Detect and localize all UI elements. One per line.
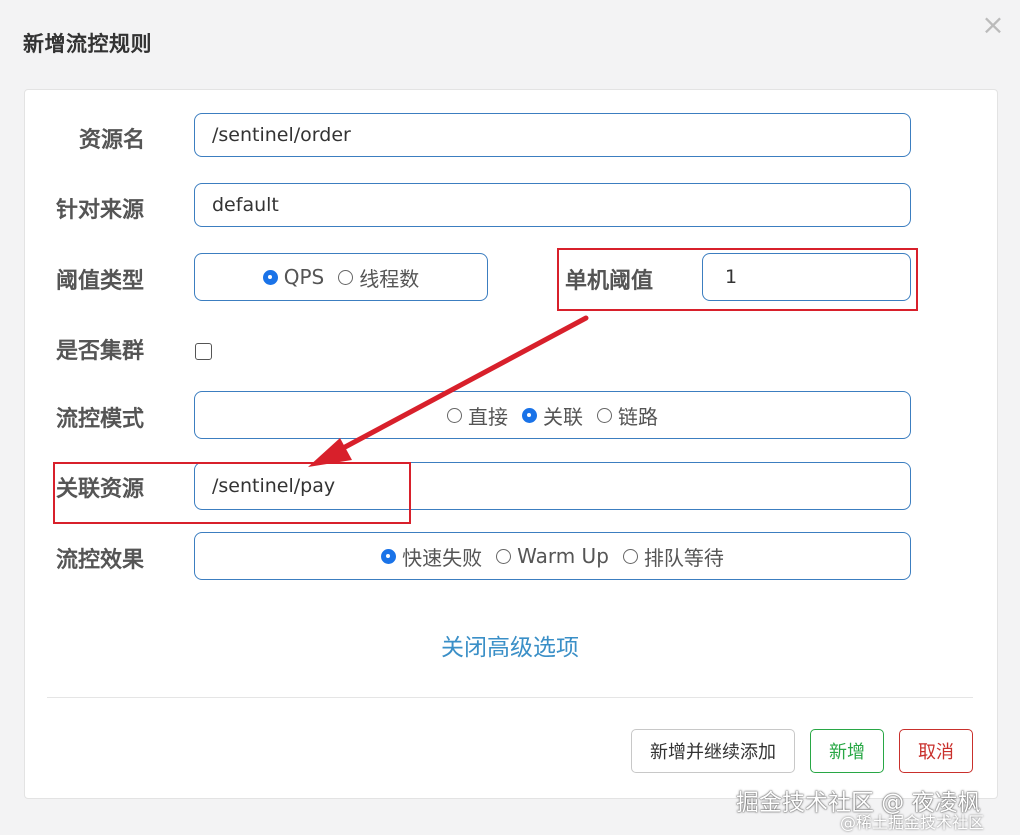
radio-button-icon[interactable] <box>447 407 462 423</box>
cluster-label: 是否集群 <box>56 339 145 364</box>
radio-label: 排队等待 <box>643 545 724 570</box>
flow-effect-group: 快速失败 Warm Up 排队等待 <box>194 532 911 580</box>
resource-name-label: 资源名 <box>79 128 146 153</box>
divider <box>47 697 973 698</box>
radio-option-chain[interactable]: 链路 <box>597 401 658 430</box>
add-and-continue-button[interactable]: 新增并继续添加 <box>631 729 795 773</box>
dialog-header: 新增流控规则 × <box>0 0 1020 85</box>
radio-option-fail-fast[interactable]: 快速失败 <box>381 542 482 571</box>
resource-name-field[interactable] <box>194 113 911 157</box>
radio-label: 关联 <box>543 404 583 429</box>
origin-field[interactable] <box>194 183 911 227</box>
radio-button-icon[interactable] <box>338 269 354 285</box>
radio-button-icon[interactable] <box>262 269 278 285</box>
advanced-options-link[interactable]: 关闭高级选项 <box>0 628 1020 662</box>
radio-button-icon[interactable] <box>381 548 397 564</box>
threshold-type-label: 阈值类型 <box>56 269 145 294</box>
threshold-type-group: QPS 线程数 <box>194 253 488 301</box>
watermark-sub: @稀土掘金技术社区 <box>840 813 985 832</box>
radio-label: 快速失败 <box>402 545 483 570</box>
cluster-checkbox[interactable] <box>195 343 212 360</box>
origin-input[interactable] <box>195 184 910 226</box>
radio-option-qps[interactable]: QPS <box>262 265 325 289</box>
radio-label: 链路 <box>618 404 658 429</box>
dialog-title: 新增流控规则 <box>23 32 152 56</box>
highlight-box-single-threshold <box>557 248 918 311</box>
highlight-box-related-resource <box>53 462 411 524</box>
radio-option-related[interactable]: 关联 <box>522 401 583 430</box>
radio-button-icon[interactable] <box>597 407 612 423</box>
radio-label: QPS <box>283 265 325 289</box>
radio-option-threads[interactable]: 线程数 <box>338 263 419 292</box>
add-button[interactable]: 新增 <box>810 729 884 773</box>
flow-mode-label: 流控模式 <box>56 407 145 432</box>
cancel-button[interactable]: 取消 <box>899 729 973 773</box>
radio-label: 线程数 <box>359 266 420 291</box>
radio-button-icon[interactable] <box>522 407 537 423</box>
flow-effect-label: 流控效果 <box>56 548 145 573</box>
radio-button-icon[interactable] <box>622 548 638 564</box>
radio-option-queue[interactable]: 排队等待 <box>622 542 724 571</box>
resource-name-input[interactable] <box>195 114 910 156</box>
radio-option-warm-up[interactable]: Warm Up <box>496 544 609 568</box>
origin-label: 针对来源 <box>56 198 145 223</box>
radio-label: Warm Up <box>517 544 609 568</box>
flow-mode-group: 直接 关联 链路 <box>194 391 911 439</box>
close-icon[interactable]: × <box>980 10 1006 40</box>
radio-button-icon[interactable] <box>496 548 512 564</box>
radio-option-direct[interactable]: 直接 <box>447 401 508 430</box>
radio-label: 直接 <box>468 404 508 429</box>
